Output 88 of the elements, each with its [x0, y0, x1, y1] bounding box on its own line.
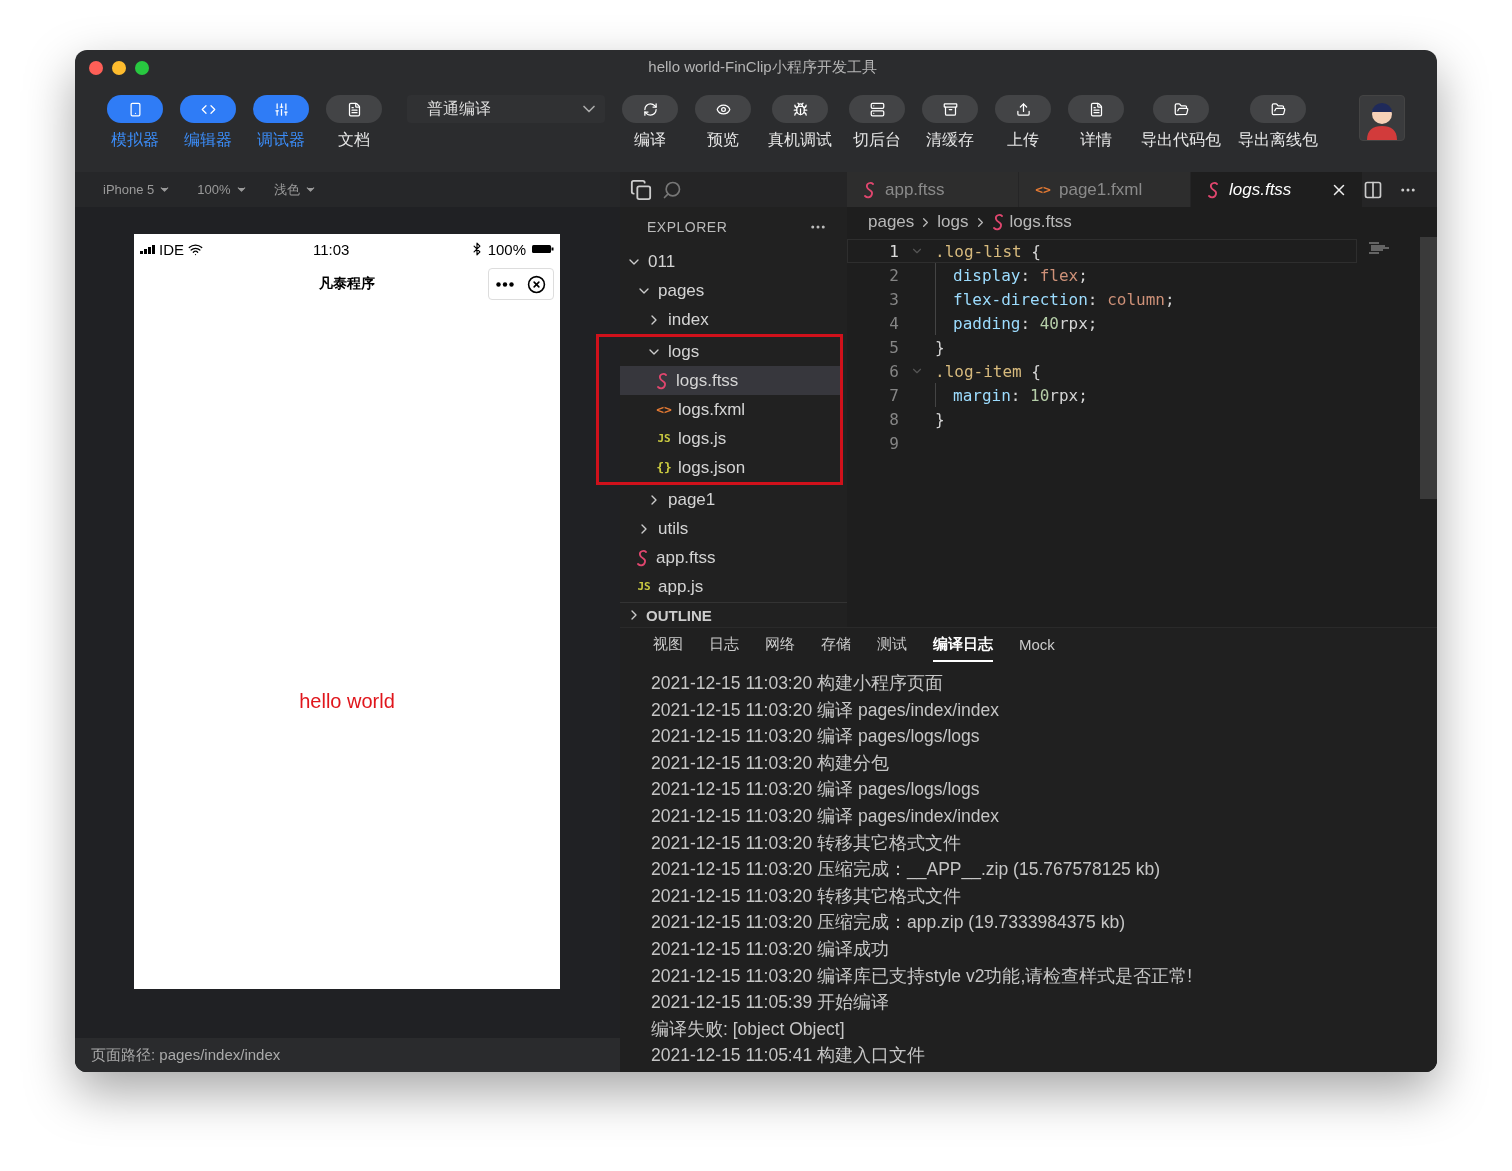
- log-line: 2021-12-15 11:03:20 转移其它格式文件: [651, 884, 962, 908]
- tree-item[interactable]: app.ftss: [620, 543, 847, 572]
- line-number: 9: [888, 433, 899, 453]
- tree-item[interactable]: pages: [620, 276, 847, 305]
- file-type-icon: <>: [1035, 182, 1051, 197]
- tree-item[interactable]: page1: [620, 485, 847, 514]
- toolbar-label: 调试器: [257, 130, 305, 150]
- page-title: 凡泰程序: [319, 275, 375, 293]
- log-line: 2021-12-15 11:03:20 转移其它格式文件: [651, 831, 962, 855]
- toolbar-label: 详情: [1080, 130, 1112, 150]
- log-line: 2021-12-15 11:03:20 构建小程序页面: [651, 672, 944, 695]
- clock-text: 11:03: [313, 240, 350, 258]
- toolbar-label: 编辑器: [184, 130, 232, 150]
- log-line: 2021-12-15 11:03:20 编译库已支持style v2功能,请检查样式是否正常!: [651, 964, 1193, 988]
- file-type-icon: {}: [656, 460, 672, 475]
- file-type-icon: JS: [636, 580, 652, 593]
- line-number: 4: [888, 313, 899, 333]
- breadcrumb-item[interactable]: logs: [937, 212, 969, 232]
- breadcrumb-item[interactable]: logs.ftss: [1009, 212, 1072, 232]
- console-tab[interactable]: 编译日志: [933, 628, 993, 662]
- log-line: 2021-12-15 11:03:20 压缩完成：__APP__.zip (15.767578125 kb): [651, 858, 1161, 882]
- tree-item[interactable]: 011: [620, 247, 847, 276]
- console-tab[interactable]: 视图: [653, 628, 683, 662]
- code-text: flex-direction: column;: [953, 289, 1175, 309]
- log-line: 2021-12-15 11:03:20 编译 pages/logs/logs: [651, 778, 980, 802]
- line-number: 2: [888, 265, 899, 285]
- line-number: 6: [888, 361, 899, 381]
- line-number: 3: [888, 289, 899, 309]
- console-tab[interactable]: 网络: [765, 628, 795, 662]
- log-line: 2021-12-15 11:03:20 编译 pages/index/index: [651, 698, 999, 722]
- window-title: hello world-FinClip小程序开发工具: [647, 58, 878, 77]
- log-line: 2021-12-15 11:05:39 开始编译: [651, 991, 890, 1015]
- log-line: 编译失败: [object Object]: [651, 1017, 845, 1041]
- log-line: 2021-12-15 11:05:41 构建入口文件: [651, 1044, 926, 1068]
- tree-item[interactable]: <> logs.fxml: [620, 395, 840, 424]
- battery-text: 100%: [487, 240, 526, 258]
- toolbar-label: 导出离线包: [1238, 130, 1318, 150]
- explorer-title: EXPLORER: [647, 219, 728, 235]
- code-text: .log-list {: [935, 241, 1041, 261]
- line-number: 8: [888, 409, 899, 429]
- console-tab[interactable]: 测试: [877, 628, 907, 662]
- outline-header[interactable]: OUTLINE: [620, 602, 847, 627]
- compile-mode-select[interactable]: 普通编译: [407, 95, 605, 123]
- log-line: 2021-12-15 11:03:20 压缩完成：app.zip (19.7333984375 kb): [651, 911, 1125, 935]
- tree-item[interactable]: logs: [620, 337, 840, 366]
- toolbar-label: 上传: [1007, 130, 1039, 150]
- tree-item[interactable]: utils: [620, 514, 847, 543]
- device-select[interactable]: iPhone 5: [103, 182, 172, 197]
- tree-item[interactable]: JS logs.js: [620, 424, 840, 453]
- line-number: 7: [888, 385, 899, 405]
- toolbar-label: 导出代码包: [1141, 130, 1221, 150]
- log-line: 2021-12-15 11:03:20 编译成功: [651, 937, 890, 961]
- line-number: 1: [888, 241, 899, 261]
- editor-tab[interactable]: logs.ftss: [1191, 172, 1363, 207]
- device-select[interactable]: 浅色: [273, 180, 317, 199]
- toolbar-label: 预览: [707, 130, 739, 150]
- code-text: .log-item {: [935, 361, 1041, 381]
- editor-tab[interactable]: app.ftss: [847, 172, 1019, 207]
- log-line: 2021-12-15 11:03:20 编译 pages/logs/logs: [651, 725, 980, 749]
- console-tab[interactable]: Mock: [1019, 628, 1055, 662]
- log-line: 2021-12-15 11:03:20 构建分包: [651, 751, 890, 775]
- page-text: hello world: [299, 690, 395, 713]
- toolbar-label: 真机调试: [768, 130, 832, 150]
- console-tab[interactable]: 日志: [709, 628, 739, 662]
- file-type-icon: <>: [656, 402, 672, 417]
- toolbar-label: 文档: [338, 130, 370, 150]
- toolbar-label: 模拟器: [111, 130, 159, 150]
- tree-item[interactable]: JS app.js: [620, 572, 847, 601]
- code-text: }: [935, 409, 945, 429]
- log-line: 2021-12-15 11:03:20 编译 pages/index/index: [651, 804, 999, 828]
- device-select[interactable]: 100%: [197, 182, 248, 197]
- toolbar-label: 清缓存: [926, 130, 974, 150]
- toolbar-label: 编译: [634, 130, 666, 150]
- code-text: display: flex;: [953, 265, 1088, 285]
- breadcrumb-item[interactable]: pages: [868, 212, 915, 232]
- console-tab[interactable]: 存储: [821, 628, 851, 662]
- editor-tab[interactable]: <> page1.fxml: [1019, 172, 1191, 207]
- code-text: margin: 10rpx;: [953, 385, 1088, 405]
- toolbar-label: 切后台: [853, 130, 901, 150]
- tree-item[interactable]: logs.ftss: [620, 366, 840, 395]
- code-text: padding: 40rpx;: [953, 313, 1098, 333]
- page-path-text: 页面路径: pages/index/index: [91, 1045, 281, 1065]
- code-text: }: [935, 337, 945, 357]
- tree-item[interactable]: index: [620, 305, 847, 334]
- tree-item[interactable]: {} logs.json: [620, 453, 840, 482]
- carrier-text: IDE: [159, 240, 184, 258]
- file-type-icon: JS: [656, 432, 672, 445]
- line-number: 5: [888, 337, 899, 357]
